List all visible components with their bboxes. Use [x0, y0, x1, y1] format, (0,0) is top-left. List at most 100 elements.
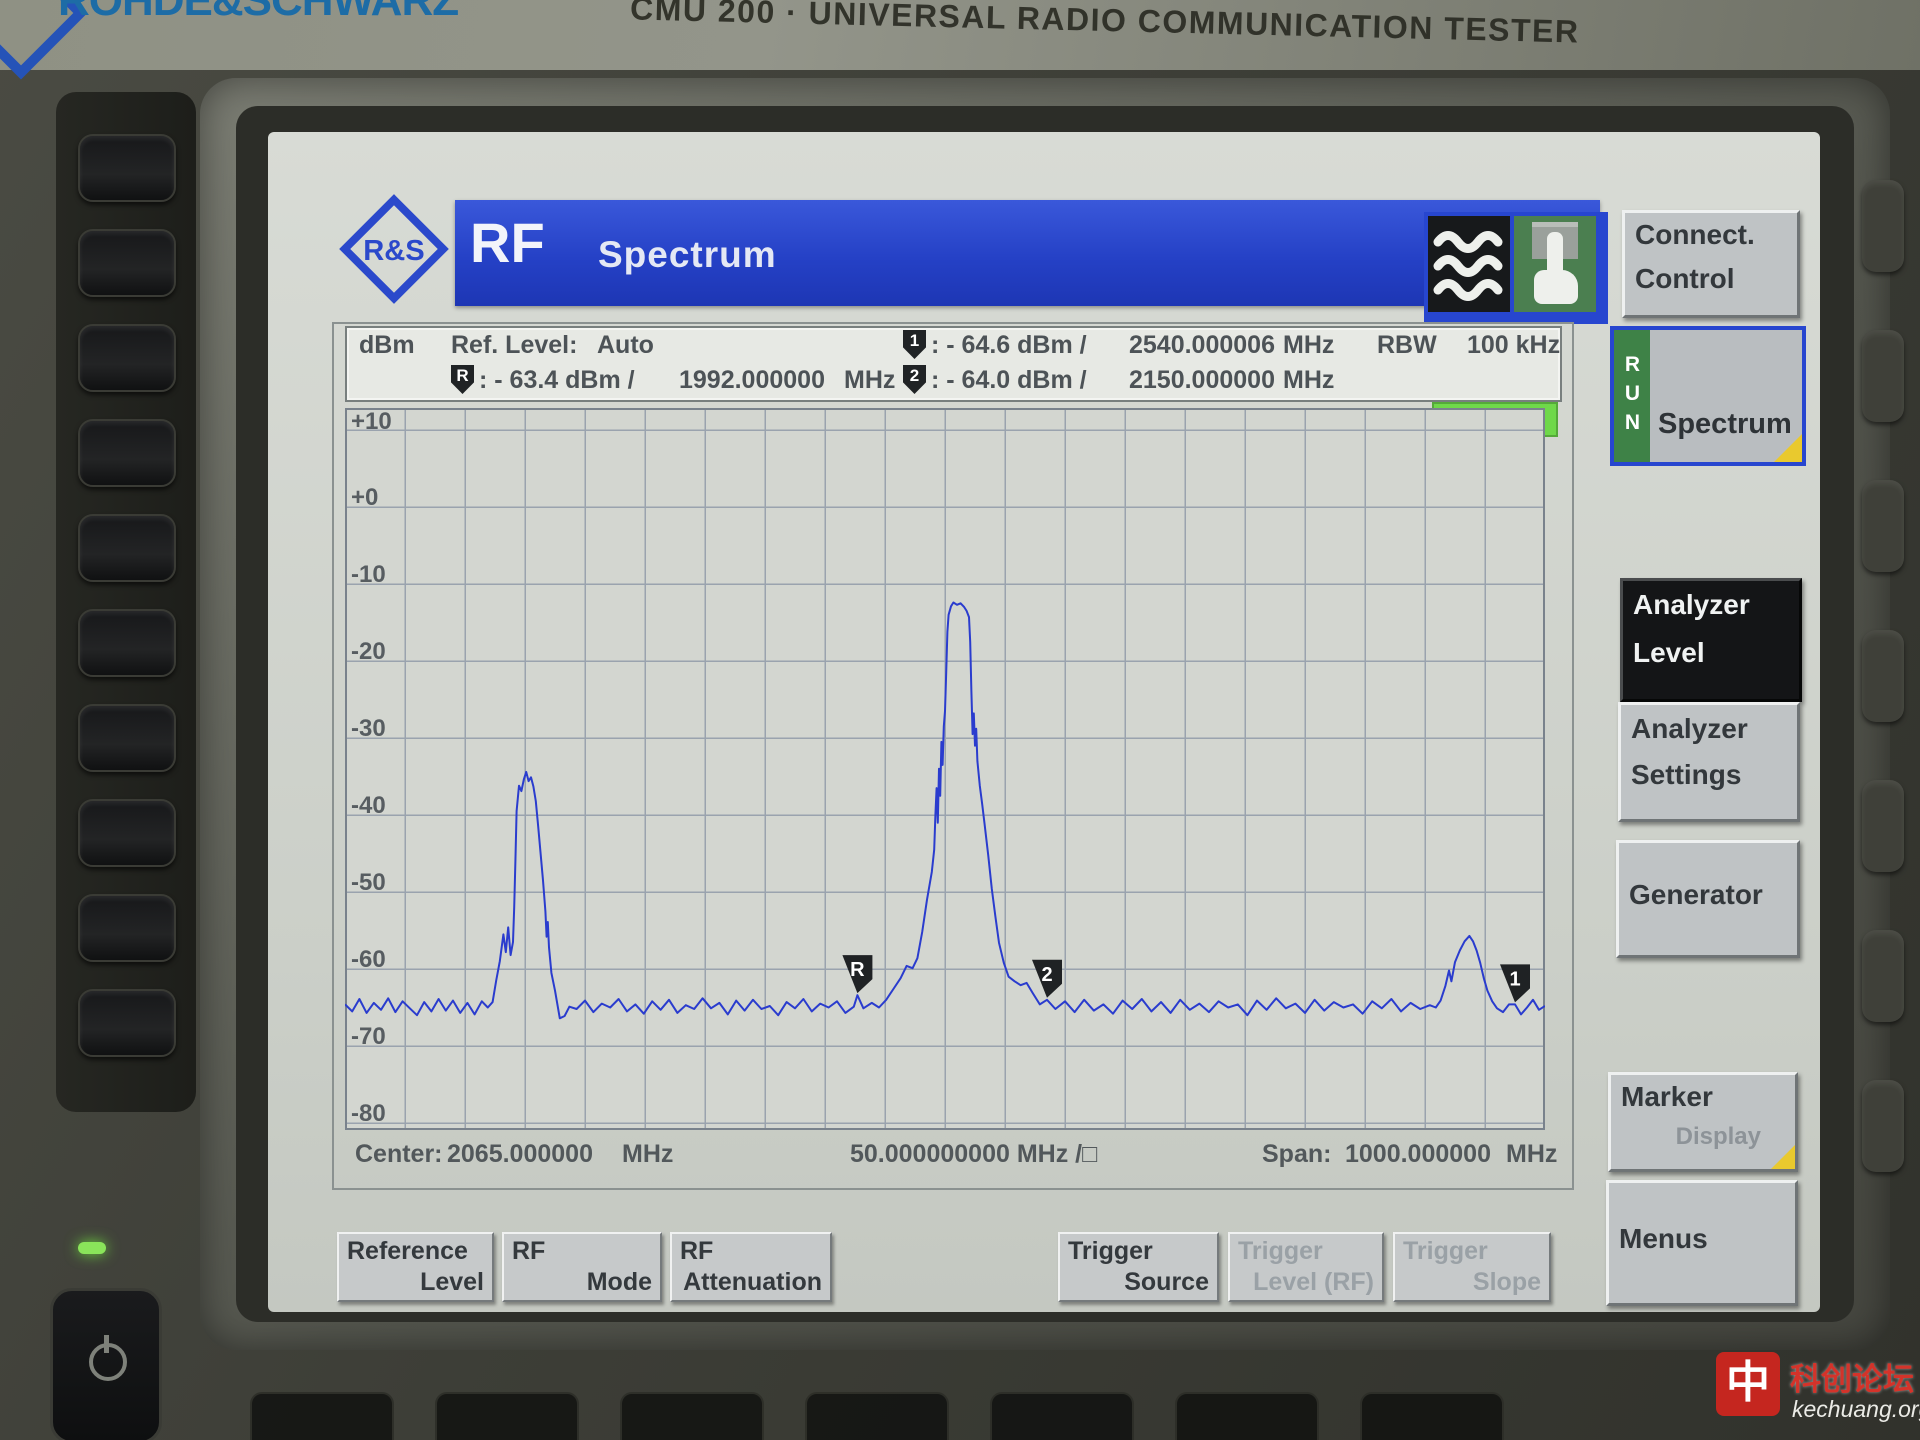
left-hardware-key-6[interactable] — [78, 609, 176, 677]
ref-marker-level: : - 63.4 dBm / — [479, 366, 635, 394]
marker2-frequency: 2150.000000 — [1129, 366, 1275, 394]
marker-display-button[interactable]: Marker Display — [1608, 1072, 1798, 1172]
y-tick-label: +0 — [351, 484, 379, 511]
span-value: 1000.000000 — [1345, 1140, 1491, 1168]
per-division-value: 50.000000000 MHz /□ — [850, 1140, 1098, 1168]
power-button[interactable] — [50, 1288, 162, 1440]
bezel-rib — [1862, 180, 1904, 272]
kechuang-logo-icon: 中 — [1716, 1352, 1780, 1416]
marker1-badge-icon: 1 — [903, 330, 926, 359]
readout-unit: dBm — [359, 331, 415, 359]
y-tick-label: -30 — [351, 715, 386, 742]
marker2-badge-icon: 2 — [903, 365, 926, 394]
center-value: 2065.000000 — [447, 1140, 593, 1168]
spectrum-button-label: Spectrum — [1658, 408, 1792, 440]
generator-button[interactable]: Generator — [1616, 840, 1800, 958]
left-hardware-key-10[interactable] — [78, 989, 176, 1057]
marker2-freq-unit: MHz — [1283, 366, 1335, 394]
connect-control-button[interactable]: Connect. Control — [1622, 210, 1800, 318]
svg-text:R&S: R&S — [363, 235, 424, 267]
title-mode: Spectrum — [598, 234, 777, 275]
center-label: Center: — [355, 1140, 443, 1168]
ref-marker-frequency: 1992.000000 — [679, 366, 825, 394]
y-tick-label: -10 — [351, 561, 386, 588]
model-title: CMU 200 · UNIVERSAL RADIO COMMUNICATION … — [629, 0, 1580, 50]
y-tick-label: +10 — [351, 408, 392, 435]
left-hardware-key-3[interactable] — [78, 324, 176, 392]
brand-name-clipped: ROHDE&SCHWARZ — [58, 0, 528, 40]
marker1-frequency: 2540.000006 — [1129, 331, 1275, 359]
softkey-trigger-level-rf[interactable]: Trigger Level (RF) — [1228, 1232, 1384, 1302]
y-tick-label: -20 — [351, 638, 386, 665]
left-hardware-key-2[interactable] — [78, 229, 176, 297]
bottom-hardware-key[interactable] — [1175, 1392, 1319, 1440]
y-tick-label: -50 — [351, 869, 386, 896]
svg-text:1: 1 — [1509, 968, 1520, 990]
y-tick-label: -80 — [351, 1100, 386, 1127]
span-unit: MHz — [1506, 1140, 1558, 1168]
left-hardware-key-4[interactable] — [78, 419, 176, 487]
y-tick-label: -40 — [351, 792, 386, 819]
marker2-level: : - 64.0 dBm / — [931, 366, 1087, 394]
marker1-freq-unit: MHz — [1283, 331, 1335, 359]
title-app: RF — [470, 211, 545, 274]
left-hardware-key-5[interactable] — [78, 514, 176, 582]
spectrum-run-button[interactable]: RUN Spectrum — [1610, 326, 1806, 466]
watermark-name: 科创论坛 — [1790, 1362, 1914, 1397]
spectrum-trace-svg: R 2 1 — [344, 408, 1546, 1130]
bezel-rib — [1862, 780, 1904, 872]
bezel-rib — [1862, 630, 1904, 722]
softkey-trigger-source[interactable]: Trigger Source — [1058, 1232, 1219, 1302]
softkey-trigger-slope[interactable]: Trigger Slope — [1393, 1232, 1551, 1302]
analyzer-level-button[interactable]: Analyzer Level — [1620, 578, 1802, 702]
y-tick-label: -60 — [351, 946, 386, 973]
ref-level-label: Ref. Level: — [451, 331, 578, 359]
bottom-hardware-key[interactable] — [1360, 1392, 1504, 1440]
marker1-level: : - 64.6 dBm / — [931, 331, 1087, 359]
bottom-hardware-key[interactable] — [805, 1392, 949, 1440]
softkey-rf-mode[interactable]: RF Mode — [502, 1232, 662, 1302]
instrument-front-panel: ROHDE&SCHWARZ CMU 200 · UNIVERSAL RADIO … — [0, 0, 1920, 1440]
brand-text: ROHDE&SCHWARZ — [58, 0, 459, 25]
y-tick-label: -70 — [351, 1023, 386, 1050]
analyzer-settings-button[interactable]: Analyzer Settings — [1618, 702, 1800, 822]
bezel-rib — [1862, 1080, 1904, 1172]
spectrum-waves-icon — [1428, 216, 1510, 312]
menus-button[interactable]: Menus — [1606, 1180, 1798, 1306]
more-options-triangle-icon — [1771, 1145, 1795, 1169]
svg-text:2: 2 — [1041, 964, 1052, 986]
reference-marker-badge-icon: R — [451, 365, 474, 394]
fist-icon — [1534, 270, 1578, 304]
span-label: Span: — [1262, 1140, 1332, 1168]
rohde-schwarz-logo: R&S — [339, 194, 449, 304]
left-hardware-key-7[interactable] — [78, 704, 176, 772]
bottom-hardware-key[interactable] — [990, 1392, 1134, 1440]
bottom-hardware-key[interactable] — [620, 1392, 764, 1440]
left-hardware-key-8[interactable] — [78, 799, 176, 867]
ref-level-value: Auto — [597, 331, 654, 359]
watermark-url: kechuang.org — [1792, 1396, 1920, 1422]
bezel-rib — [1862, 930, 1904, 1022]
top-housing-strip: ROHDE&SCHWARZ CMU 200 · UNIVERSAL RADIO … — [0, 0, 1920, 80]
center-unit: MHz — [622, 1140, 674, 1168]
manual-operation-hand-icon — [1514, 216, 1596, 312]
bottom-hardware-key[interactable] — [250, 1392, 394, 1440]
rbw-label: RBW — [1377, 331, 1437, 359]
rbw-value: 100 kHz — [1467, 331, 1561, 359]
left-hardware-key-9[interactable] — [78, 894, 176, 962]
bottom-hardware-key[interactable] — [435, 1392, 579, 1440]
title-icon-group — [1424, 212, 1608, 324]
svg-text:R: R — [850, 959, 865, 981]
bezel-rib — [1862, 480, 1904, 572]
softkey-reference-level[interactable]: Reference Level — [337, 1232, 494, 1302]
readout-box: dBm Ref. Level: Auto 1 : - 64.6 dBm / 25… — [345, 326, 1562, 402]
power-led — [78, 1242, 106, 1254]
more-options-triangle-icon — [1774, 434, 1802, 462]
left-hardware-key-1[interactable] — [78, 134, 176, 202]
bezel-rib — [1862, 330, 1904, 422]
spectrum-plot: R 2 1 +10 +0 -10 -20 -30 -40 -50 -60 -70 -… — [344, 408, 1546, 1130]
power-icon — [89, 1335, 127, 1381]
ref-marker-freq-unit: MHz — [844, 366, 896, 394]
run-indicator: RUN — [1614, 330, 1650, 462]
softkey-rf-attenuation[interactable]: RF Attenuation — [670, 1232, 832, 1302]
